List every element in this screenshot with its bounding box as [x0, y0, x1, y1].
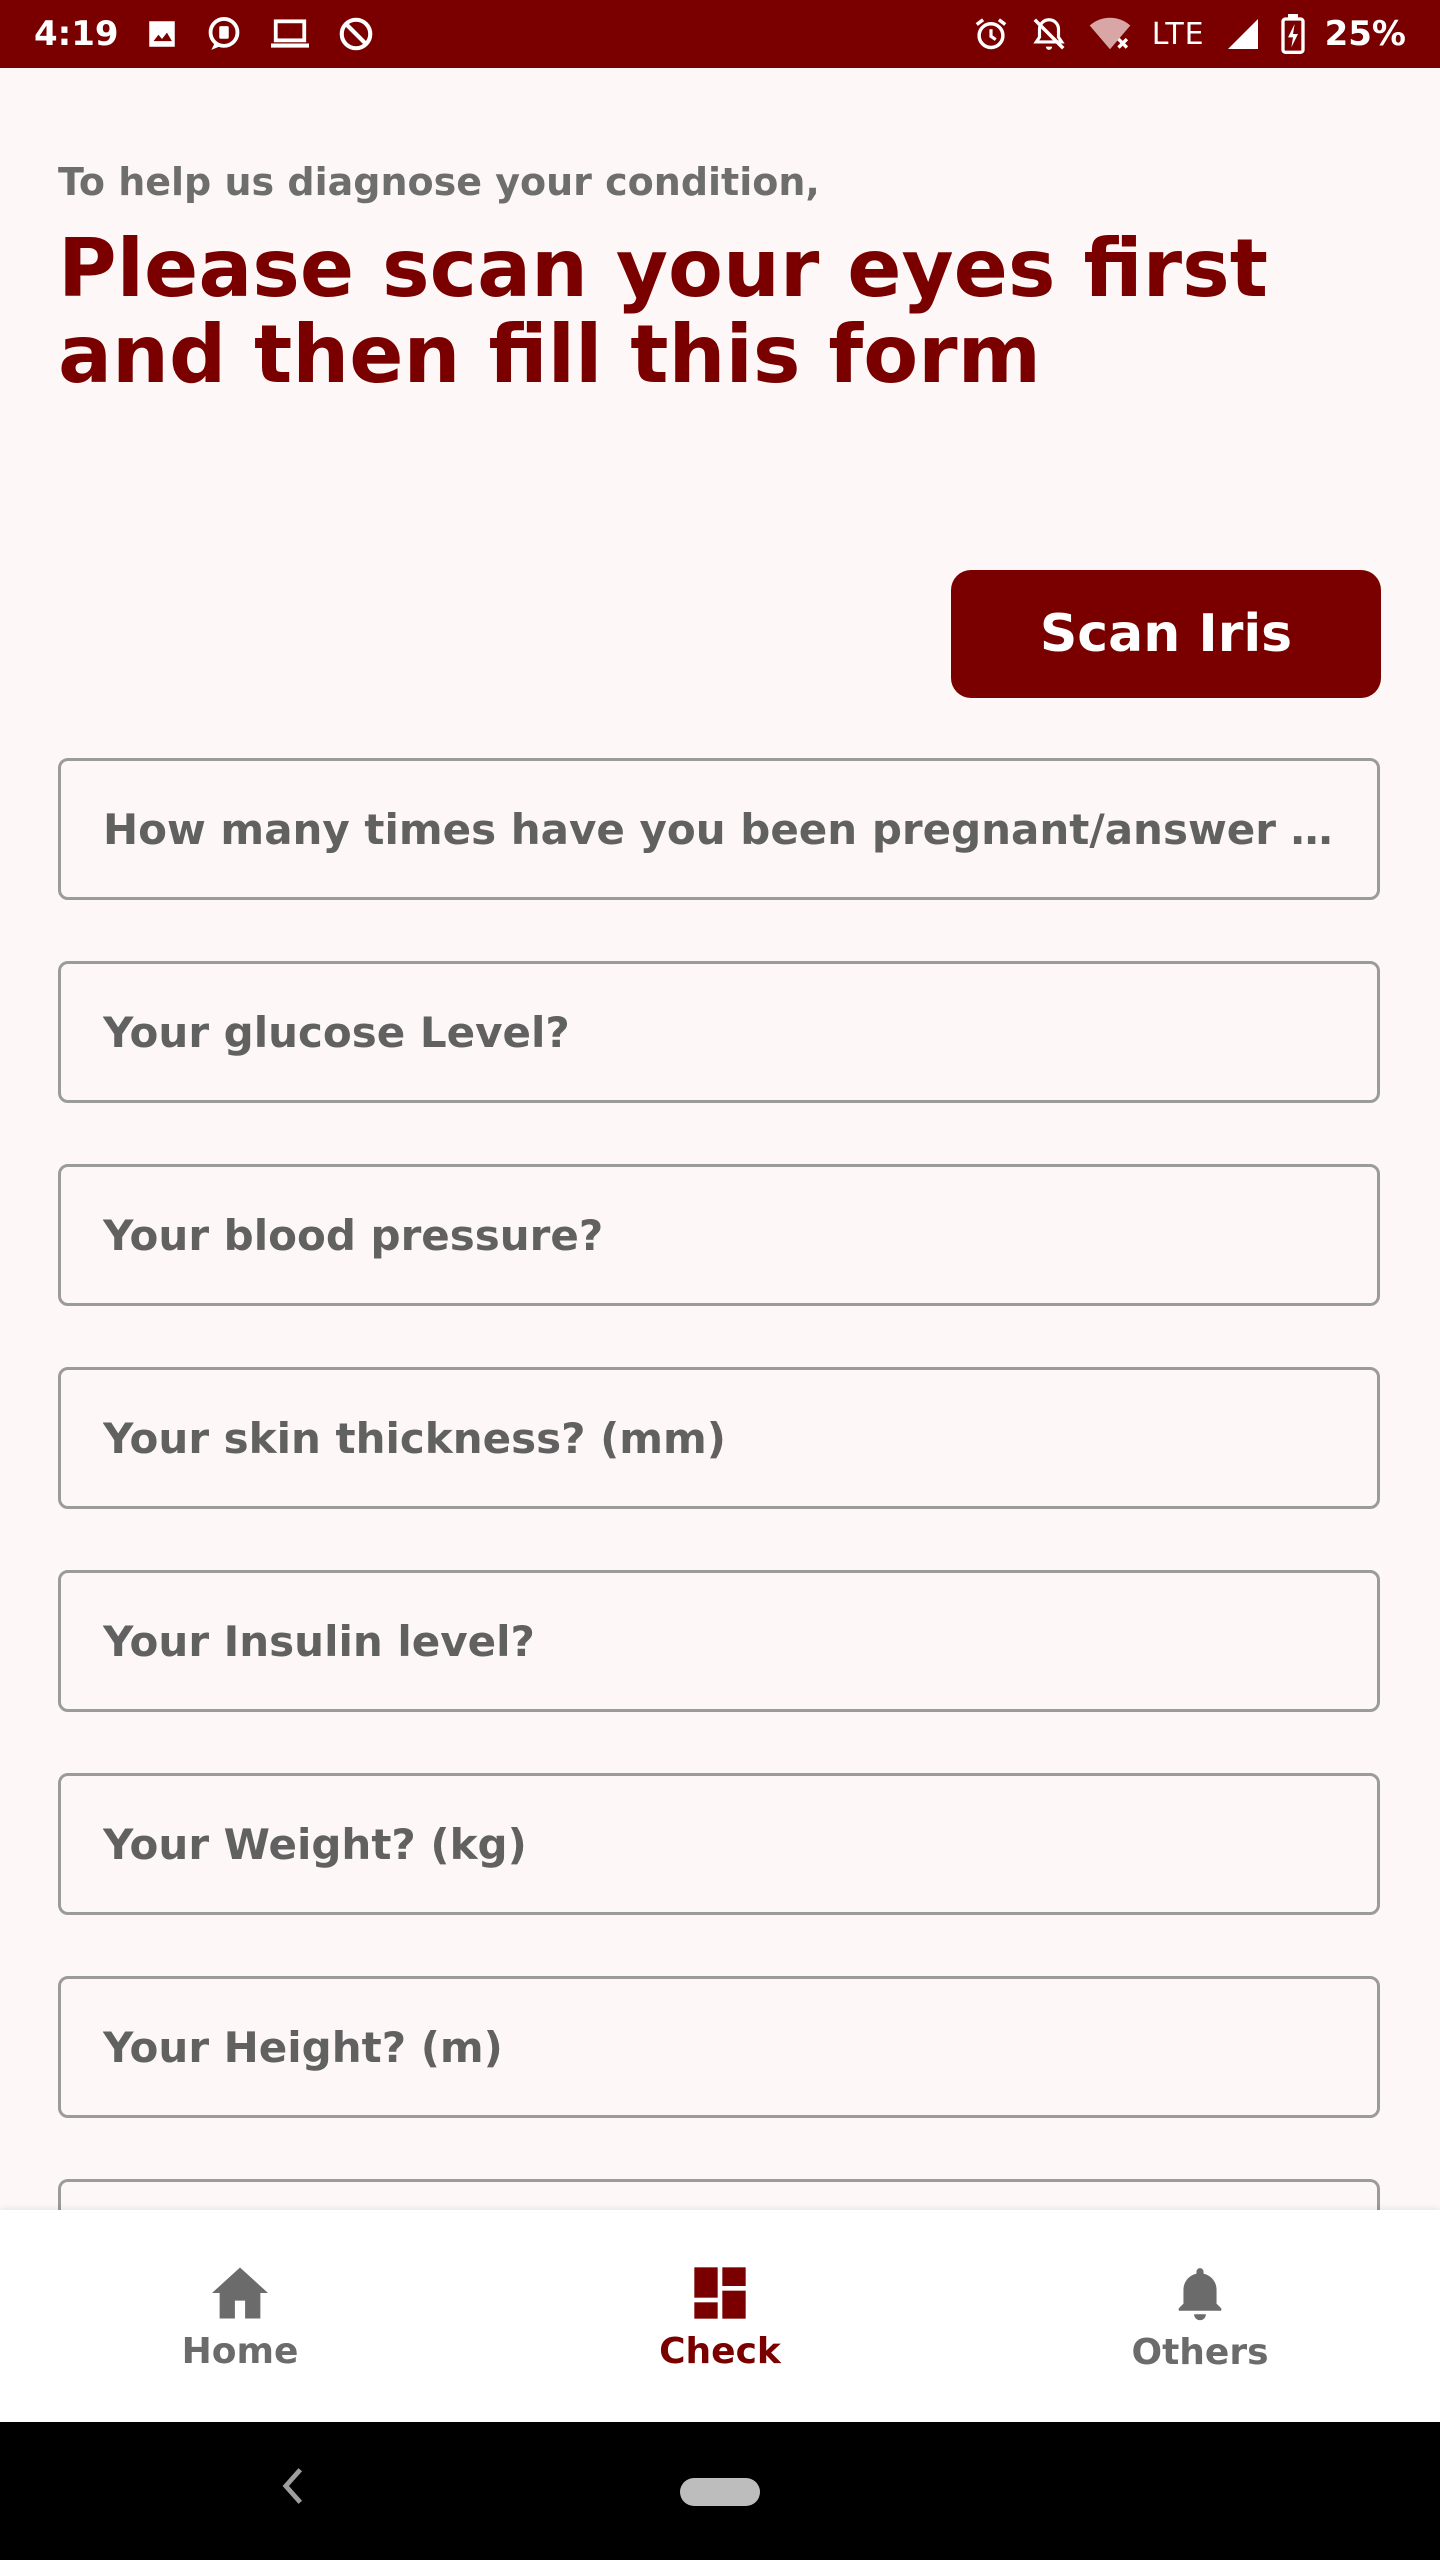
intro-text: To help us diagnose your condition, — [58, 160, 820, 204]
bottom-nav: Home Check Others — [0, 2210, 1440, 2422]
insulin-input[interactable] — [101, 1615, 1337, 1667]
blood-pressure-field[interactable] — [58, 1164, 1380, 1306]
circle-slash-icon — [337, 15, 375, 53]
signal-icon — [1225, 16, 1261, 52]
system-nav-bar — [0, 2422, 1440, 2560]
image-icon — [145, 17, 179, 51]
scan-iris-button[interactable]: Scan Iris — [951, 570, 1381, 698]
alarm-icon — [972, 15, 1010, 53]
silent-icon — [1030, 15, 1068, 53]
weight-field[interactable] — [58, 1773, 1380, 1915]
nav-others-label: Others — [1131, 2331, 1269, 2373]
height-input[interactable] — [101, 2021, 1337, 2073]
nav-check[interactable]: Check — [480, 2210, 960, 2422]
glucose-field[interactable] — [58, 961, 1380, 1103]
pregnancies-field[interactable] — [58, 758, 1380, 900]
nav-check-label: Check — [659, 2330, 781, 2372]
status-time: 4:19 — [34, 14, 119, 54]
battery-percent: 25% — [1324, 14, 1406, 54]
skin-thickness-input[interactable] — [101, 1412, 1337, 1464]
home-icon — [209, 2265, 271, 2321]
status-right: LTE 25% — [972, 14, 1406, 54]
laptop-icon — [269, 15, 311, 53]
nav-home[interactable]: Home — [0, 2210, 480, 2422]
blood-pressure-input[interactable] — [101, 1209, 1337, 1261]
messenger-icon — [205, 15, 243, 53]
network-type: LTE — [1151, 16, 1205, 52]
skin-thickness-field[interactable] — [58, 1367, 1380, 1509]
bell-icon — [1174, 2264, 1226, 2322]
wifi-icon — [1088, 15, 1132, 53]
page-title: Please scan your eyes first and then fil… — [58, 222, 1268, 401]
status-left: 4:19 — [34, 14, 375, 54]
back-icon[interactable] — [282, 2466, 304, 2510]
status-bar: 4:19 LTE 25% — [0, 0, 1440, 68]
height-field[interactable] — [58, 1976, 1380, 2118]
nav-home-label: Home — [181, 2330, 299, 2372]
home-pill-button[interactable] — [680, 2478, 760, 2506]
insulin-field[interactable] — [58, 1570, 1380, 1712]
nav-others[interactable]: Others — [960, 2210, 1440, 2422]
glucose-input[interactable] — [101, 1006, 1337, 1058]
dashboard-icon — [692, 2265, 748, 2321]
pregnancies-input[interactable] — [101, 803, 1337, 855]
weight-input[interactable] — [101, 1818, 1337, 1870]
battery-icon — [1280, 14, 1305, 54]
